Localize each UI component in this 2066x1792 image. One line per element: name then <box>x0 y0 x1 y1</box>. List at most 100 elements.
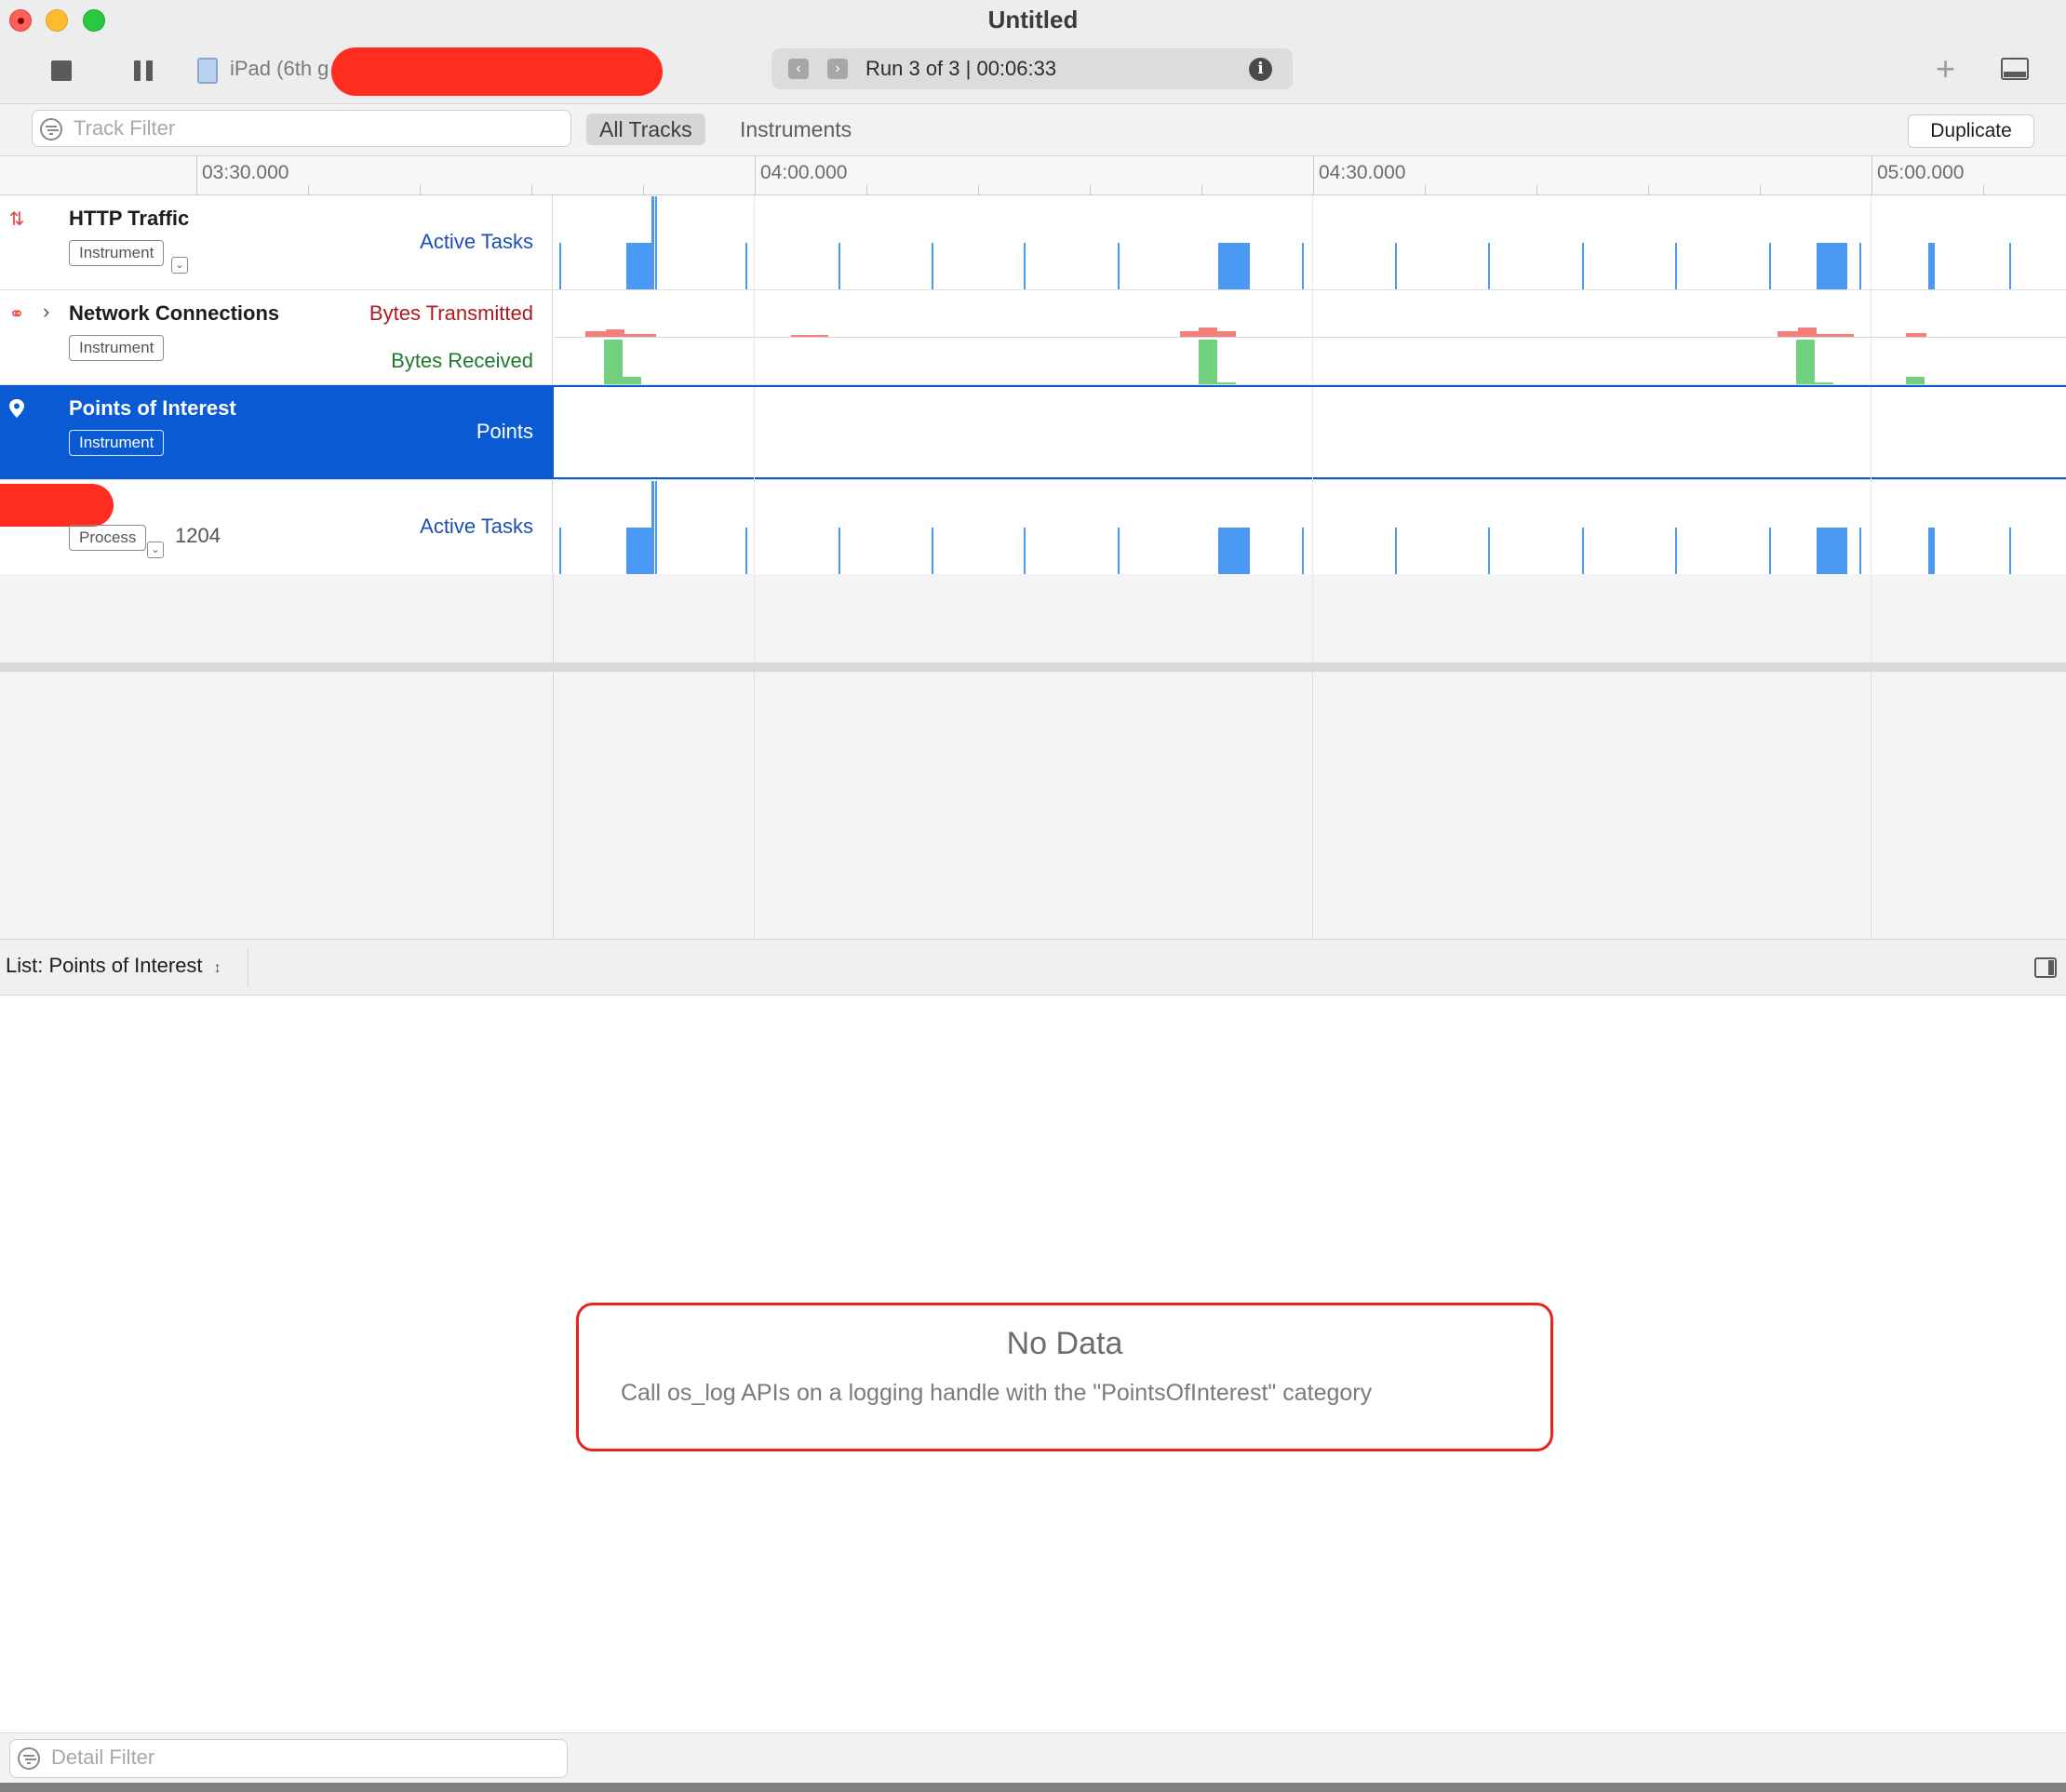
duplicate-button[interactable]: Duplicate <box>1908 114 2034 148</box>
target-device-selector[interactable]: iPad (6th g <box>230 57 329 81</box>
http-traffic-lane[interactable] <box>554 195 2066 289</box>
activity-mark <box>1769 243 1771 289</box>
activity-mark <box>651 196 654 289</box>
activity-mark <box>1118 243 1120 289</box>
detail-header: List: Points of Interest ↕ <box>0 940 2066 996</box>
activity-mark <box>1218 528 1250 574</box>
bytes-received-mark <box>1815 382 1833 384</box>
bytes-transmitted-mark <box>791 335 828 337</box>
next-run-button[interactable]: › <box>827 59 848 79</box>
run-status-label: Run 3 of 3 | 00:06:33 <box>865 57 1057 80</box>
ruler-label: 04:00.000 <box>760 162 848 183</box>
track-meta-label: Active Tasks <box>420 230 533 253</box>
track-filter-input[interactable] <box>74 114 539 142</box>
detail-view-label: List: Points of Interest <box>6 954 203 977</box>
track-header[interactable]: ⇅ HTTP Traffic Instrument ⌄ Active Tasks <box>0 195 553 289</box>
tab-all-tracks[interactable]: All Tracks <box>586 114 705 145</box>
activity-mark <box>1859 243 1861 289</box>
activity-mark <box>1302 528 1304 574</box>
bytes-transmitted-mark <box>1906 333 1926 337</box>
instrument-badge: Instrument <box>69 240 165 266</box>
activity-mark <box>2009 243 2011 289</box>
track-process[interactable]: Process ⌄ 1204 Active Tasks <box>0 480 2066 575</box>
filter-icon <box>40 118 62 140</box>
activity-mark <box>626 528 654 574</box>
ruler-label: 05:00.000 <box>1877 162 1965 183</box>
activity-mark <box>1929 528 1935 574</box>
track-title: Network Connections <box>69 301 280 325</box>
activity-mark <box>1675 528 1677 574</box>
activity-mark <box>2009 528 2011 574</box>
pause-icon <box>134 60 141 81</box>
bytes-transmitted-mark <box>1778 331 1798 337</box>
activity-mark <box>1817 528 1847 574</box>
track-header[interactable]: Points of Interest Instrument Points <box>0 385 553 479</box>
map-pin-icon <box>6 398 28 421</box>
activity-mark <box>838 243 840 289</box>
activity-mark <box>1395 243 1397 289</box>
track-title: Points of Interest <box>69 396 236 420</box>
run-navigator: ‹ › Run 3 of 3 | 00:06:33 i <box>771 48 1293 89</box>
activity-mark <box>1817 243 1847 289</box>
add-instrument-button[interactable]: + <box>1936 50 1955 87</box>
title-bar: Untitled iPad (6th g ‹ › Run 3 of 3 | 00… <box>0 0 2066 104</box>
network-connections-lane[interactable] <box>554 290 2066 384</box>
activity-mark <box>655 481 657 574</box>
instrument-badge: Instrument <box>69 430 165 456</box>
activity-mark <box>1769 528 1771 574</box>
toggle-detail-panel-icon[interactable] <box>2001 58 2029 80</box>
pause-recording-button[interactable] <box>128 56 158 86</box>
activity-mark <box>1488 528 1490 574</box>
activity-mark <box>651 481 654 574</box>
process-lane[interactable] <box>554 480 2066 574</box>
bytes-transmitted-mark <box>1199 328 1217 337</box>
bytes-received-mark <box>1199 340 1217 384</box>
globe-icon: ⚭ <box>8 304 25 325</box>
bytes-transmitted-mark <box>624 334 656 337</box>
track-header[interactable]: ⚭ › Network Connections Instrument Bytes… <box>0 290 553 384</box>
bytes-received-mark <box>623 377 641 384</box>
activity-mark <box>932 528 933 574</box>
activity-mark <box>932 243 933 289</box>
no-data-message-box: No Data Call os_log APIs on a logging ha… <box>576 1303 1553 1451</box>
activity-mark <box>1395 528 1397 574</box>
detail-view-selector[interactable]: List: Points of Interest ↕ <box>6 954 221 978</box>
points-of-interest-lane[interactable] <box>554 385 2066 481</box>
activity-mark <box>1582 243 1584 289</box>
redaction-mark <box>0 484 114 527</box>
toggle-inspector-icon[interactable] <box>2034 957 2057 978</box>
track-header[interactable]: Process ⌄ 1204 Active Tasks <box>0 480 553 574</box>
process-id: 1204 <box>175 524 221 547</box>
track-points-of-interest[interactable]: Points of Interest Instrument Points <box>0 385 2066 481</box>
bytes-transmitted-mark <box>1217 331 1236 337</box>
timeline-ruler[interactable]: 03:30.000 04:00.000 04:30.000 05:00.000 <box>0 156 2066 195</box>
chevron-down-icon[interactable]: ⌄ <box>147 542 164 558</box>
window-title: Untitled <box>987 6 1079 33</box>
empty-track-area <box>0 574 2066 662</box>
chevron-down-icon[interactable]: ⌄ <box>171 257 188 274</box>
pane-splitter[interactable] <box>0 662 2066 672</box>
previous-run-button[interactable]: ‹ <box>788 59 809 79</box>
instrument-badge: Instrument <box>69 335 165 361</box>
chevron-right-icon[interactable]: › <box>43 300 49 324</box>
up-down-chevron-icon: ↕ <box>213 960 221 976</box>
track-http-traffic[interactable]: ⇅ HTTP Traffic Instrument ⌄ Active Tasks <box>0 195 2066 290</box>
bytes-received-mark <box>1217 382 1236 384</box>
activity-mark <box>838 528 840 574</box>
activity-mark <box>1488 243 1490 289</box>
activity-mark <box>1218 243 1250 289</box>
info-icon[interactable]: i <box>1249 58 1272 81</box>
activity-mark <box>1929 243 1935 289</box>
bytes-transmitted-mark <box>1798 328 1817 337</box>
no-data-hint: Call os_log APIs on a logging handle wit… <box>621 1380 1373 1406</box>
track-filter-field[interactable] <box>32 110 571 147</box>
bytes-received-mark <box>604 340 623 384</box>
track-network-connections[interactable]: ⚭ › Network Connections Instrument Bytes… <box>0 290 2066 385</box>
stop-recording-button[interactable] <box>47 56 76 86</box>
tab-instruments[interactable]: Instruments <box>740 114 852 145</box>
track-meta-label: Points <box>476 420 533 443</box>
bytes-received-label: Bytes Received <box>391 349 533 372</box>
detail-filter-input[interactable] <box>51 1744 516 1772</box>
detail-filter-field[interactable] <box>9 1739 568 1778</box>
no-data-title: No Data <box>1006 1326 1123 1361</box>
